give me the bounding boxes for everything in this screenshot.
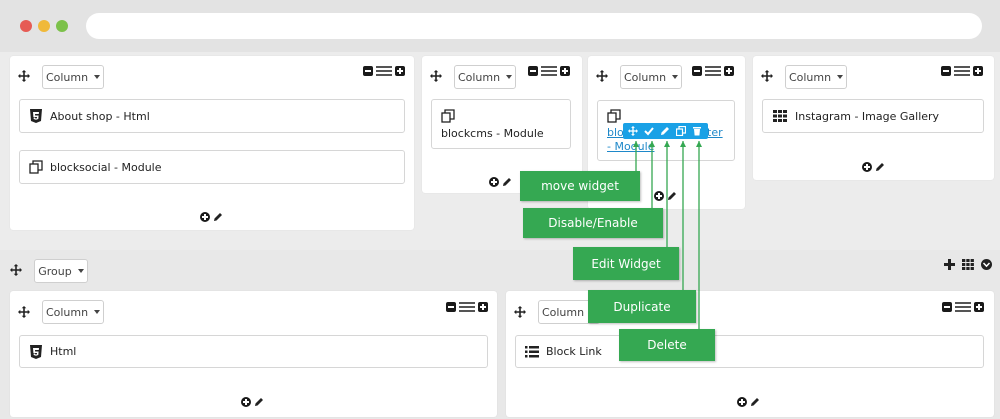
callout-move-widget: move widget <box>520 171 640 201</box>
callout-text: Delete <box>647 338 687 352</box>
callout-text: Disable/Enable <box>548 216 638 230</box>
callout-edit-widget: Edit Widget <box>573 247 679 280</box>
callout-text: move widget <box>541 179 619 193</box>
callout-text: Edit Widget <box>591 256 661 271</box>
callout-disable-enable: Disable/Enable <box>523 208 663 238</box>
callout-duplicate: Duplicate <box>588 290 696 323</box>
callout-delete: Delete <box>619 329 715 361</box>
callout-text: Duplicate <box>613 299 671 314</box>
callout-connectors <box>633 141 702 343</box>
